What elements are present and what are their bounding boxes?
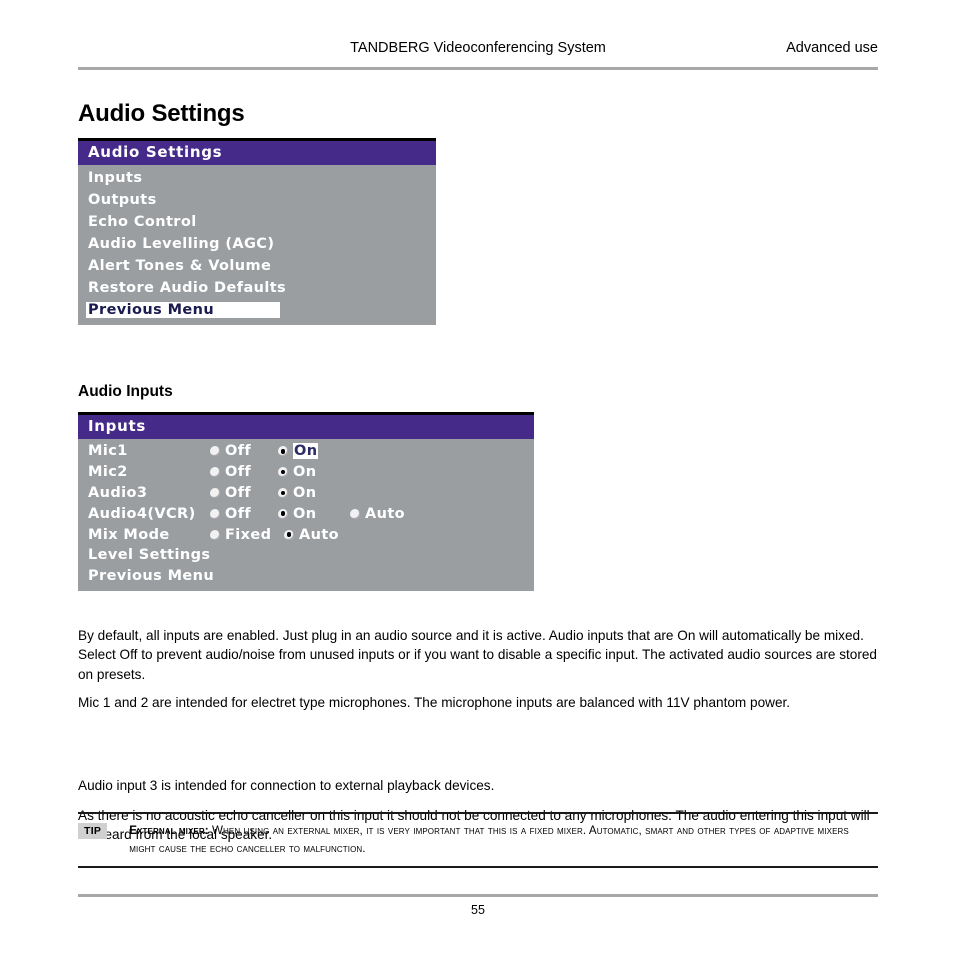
radio-option-audio3-off[interactable]: Off xyxy=(210,485,278,501)
tip-divider-bottom xyxy=(78,866,878,868)
row-label: Previous Menu xyxy=(88,568,215,585)
inputs-row-audio3: Audio3 Off On xyxy=(78,483,534,504)
radio-label: Off xyxy=(225,464,252,481)
menu-item-audio-levelling[interactable]: Audio Levelling (AGC) xyxy=(78,233,436,255)
row-options: Off On Auto xyxy=(210,506,422,522)
radio-icon xyxy=(278,446,288,457)
radio-option-mic2-on[interactable]: On xyxy=(278,464,350,480)
inputs-row-previous-menu[interactable]: Previous Menu xyxy=(78,566,534,587)
radio-label: On xyxy=(293,464,317,481)
document-page: TANDBERG Videoconferencing System Advanc… xyxy=(0,0,954,954)
row-options: Off On xyxy=(210,485,350,501)
row-label: Audio3 xyxy=(88,484,148,501)
menu-item-label: Inputs xyxy=(88,170,143,186)
menu-item-label: Previous Menu xyxy=(86,302,280,318)
menu-item-outputs[interactable]: Outputs xyxy=(78,189,436,211)
tip-text: External mixer: When using an external m… xyxy=(129,822,878,858)
radio-option-mic2-off[interactable]: Off xyxy=(210,464,278,480)
radio-icon xyxy=(210,508,220,519)
paragraph-defaults: By default, all inputs are enabled. Just… xyxy=(78,627,877,682)
inputs-row-level-settings[interactable]: Level Settings xyxy=(78,545,534,566)
inputs-row-audio4-vcr: Audio4(VCR) Off On Auto xyxy=(78,503,534,524)
radio-label: Fixed xyxy=(225,526,272,543)
audio-settings-menu-title: Audio Settings xyxy=(78,141,436,165)
running-header: TANDBERG Videoconferencing System Advanc… xyxy=(78,40,878,64)
row-label: Mic1 xyxy=(88,443,128,460)
header-center-text: TANDBERG Videoconferencing System xyxy=(350,40,606,56)
row-options: Off On xyxy=(210,464,350,480)
radio-label: On xyxy=(293,443,319,460)
inputs-menu-panel: Inputs Mic1 Off On Mic2 Off On Audio3 Of… xyxy=(78,412,534,591)
menu-item-echo-control[interactable]: Echo Control xyxy=(78,211,436,233)
radio-option-mic1-on[interactable]: On xyxy=(278,443,350,460)
radio-icon xyxy=(210,446,220,457)
row-label: Audio4(VCR) xyxy=(88,505,196,522)
radio-label: Auto xyxy=(365,505,406,522)
inputs-row-mix-mode: Mix Mode Fixed Auto xyxy=(78,524,534,545)
radio-label: Auto xyxy=(299,526,340,543)
radio-label: On xyxy=(293,505,317,522)
radio-option-mic1-off[interactable]: Off xyxy=(210,443,278,459)
menu-item-inputs[interactable]: Inputs xyxy=(78,167,436,189)
radio-label: Off xyxy=(225,443,252,460)
menu-item-label: Audio Levelling (AGC) xyxy=(88,236,275,252)
menu-item-label: Echo Control xyxy=(88,214,197,230)
inputs-menu-rows: Mic1 Off On Mic2 Off On Audio3 Off On Au… xyxy=(78,439,534,591)
header-divider xyxy=(78,67,878,70)
radio-option-audio4-on[interactable]: On xyxy=(278,506,350,522)
audio-settings-menu-panel: Audio Settings Inputs Outputs Echo Contr… xyxy=(78,138,436,325)
page-number: 55 xyxy=(471,903,485,917)
menu-item-label: Restore Audio Defaults xyxy=(88,280,287,296)
header-right-text: Advanced use xyxy=(786,40,878,56)
radio-icon xyxy=(350,508,360,519)
radio-label: On xyxy=(293,484,317,501)
inputs-row-mic1: Mic1 Off On xyxy=(78,441,534,462)
radio-option-mixmode-auto[interactable]: Auto xyxy=(284,527,356,543)
section-title-audio-inputs: Audio Inputs xyxy=(78,382,173,400)
radio-option-mixmode-fixed[interactable]: Fixed xyxy=(210,527,284,543)
radio-label: Off xyxy=(225,484,252,501)
radio-icon xyxy=(210,529,220,540)
page-title: Audio Settings xyxy=(78,100,245,128)
radio-icon xyxy=(210,467,220,478)
menu-item-label: Outputs xyxy=(88,192,157,208)
row-label: Level Settings xyxy=(88,547,211,564)
menu-item-alert-tones-volume[interactable]: Alert Tones & Volume xyxy=(78,255,436,277)
paragraph-audio-input-3: Audio input 3 is intended for connection… xyxy=(78,777,495,793)
radio-icon xyxy=(284,529,294,540)
tip-callout: TIP External mixer: When using an extern… xyxy=(78,822,878,858)
paragraph-mic-inputs: Mic 1 and 2 are intended for electret ty… xyxy=(78,694,791,710)
row-label: Mic2 xyxy=(88,464,128,481)
radio-icon xyxy=(210,487,220,498)
radio-option-audio4-off[interactable]: Off xyxy=(210,506,278,522)
menu-item-previous-menu[interactable]: Previous Menu xyxy=(78,299,436,321)
radio-icon xyxy=(278,467,288,478)
radio-icon xyxy=(278,487,288,498)
radio-option-audio3-on[interactable]: On xyxy=(278,485,350,501)
row-options: Fixed Auto xyxy=(210,527,356,543)
row-options: Off On xyxy=(210,443,350,460)
menu-item-restore-audio-defaults[interactable]: Restore Audio Defaults xyxy=(78,277,436,299)
tip-lead: External mixer: xyxy=(129,824,209,837)
inputs-menu-title: Inputs xyxy=(78,415,534,439)
radio-icon xyxy=(278,508,288,519)
tip-body: When using an external mixer, it is very… xyxy=(129,824,849,855)
tip-badge: TIP xyxy=(78,823,108,839)
radio-option-audio4-auto[interactable]: Auto xyxy=(350,506,422,522)
row-label: Mix Mode xyxy=(88,526,170,543)
menu-item-label: Alert Tones & Volume xyxy=(88,258,272,274)
radio-label: Off xyxy=(225,505,252,522)
inputs-row-mic2: Mic2 Off On xyxy=(78,462,534,483)
footer-divider xyxy=(78,894,878,897)
tip-divider-top xyxy=(78,812,878,814)
audio-settings-menu-items: Inputs Outputs Echo Control Audio Levell… xyxy=(78,165,436,325)
